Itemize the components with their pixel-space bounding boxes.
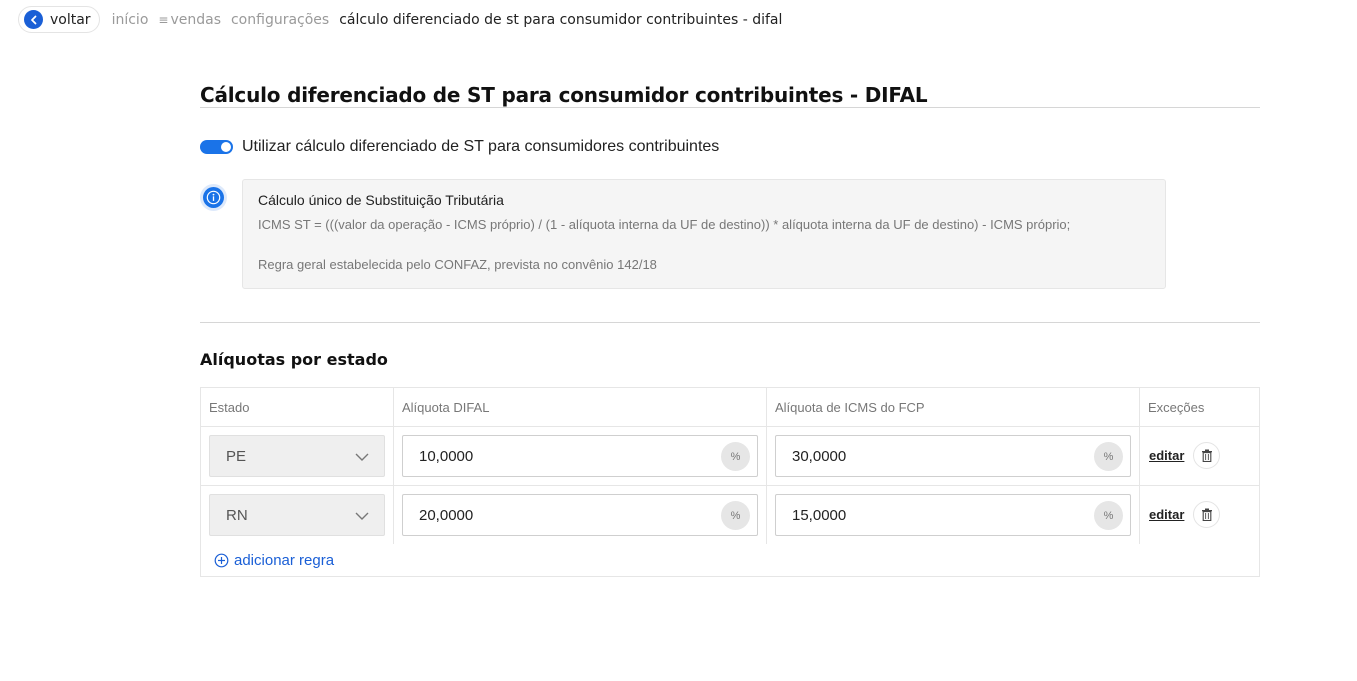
delete-button[interactable] <box>1193 501 1220 528</box>
estado-cell: PE <box>201 427 394 485</box>
header-estado: Estado <box>201 388 394 427</box>
toggle-label: Utilizar cálculo diferenciado de ST para… <box>242 138 720 155</box>
breadcrumb-configuracoes[interactable]: configurações <box>231 12 329 28</box>
percent-badge: % <box>721 501 750 530</box>
edit-link[interactable]: editar <box>1149 448 1184 463</box>
chevron-down-icon <box>354 449 370 469</box>
difal-value: 10,0000 <box>419 447 474 465</box>
header-fcp: Alíquota de ICMS do FCP <box>767 388 1140 427</box>
difal-cell: 20,0000 % <box>394 486 767 544</box>
plus-circle-icon <box>214 553 229 568</box>
header-difal: Alíquota DIFAL <box>394 388 767 427</box>
info-icon-wrapper <box>200 184 227 211</box>
table-row: PE 10,0000 % 30,0000 % editar <box>201 426 1259 485</box>
difal-toggle-row: Utilizar cálculo diferenciado de ST para… <box>200 138 719 156</box>
back-label: voltar <box>50 11 91 28</box>
fcp-value: 30,0000 <box>792 447 847 465</box>
toggle-knob <box>221 142 231 152</box>
add-rule-button[interactable]: adicionar regra <box>214 552 334 569</box>
percent-badge: % <box>721 442 750 471</box>
breadcrumb: início ≡ vendas configurações cálculo di… <box>112 12 793 28</box>
breadcrumb-inicio[interactable]: início <box>112 12 149 28</box>
estado-select[interactable]: RN <box>209 494 385 536</box>
chevron-left-icon <box>24 10 43 29</box>
chevron-down-icon <box>354 508 370 528</box>
header-excecoes: Exceções <box>1148 400 1205 415</box>
fcp-input[interactable]: 15,0000 % <box>775 494 1131 536</box>
difal-value: 20,0000 <box>419 506 474 524</box>
difal-input[interactable]: 20,0000 % <box>402 494 758 536</box>
breadcrumb-vendas-label: vendas <box>170 11 221 28</box>
info-rule: Regra geral estabelecida pelo CONFAZ, pr… <box>258 257 657 272</box>
section-divider <box>200 322 1260 323</box>
breadcrumb-vendas[interactable]: ≡ vendas <box>158 12 221 28</box>
trash-icon <box>1201 508 1212 521</box>
info-title: Cálculo único de Substituição Tributária <box>258 192 504 208</box>
estado-cell: RN <box>201 486 394 544</box>
page-title: Cálculo diferenciado de ST para consumid… <box>200 83 928 107</box>
trash-icon <box>1201 449 1212 462</box>
estado-select[interactable]: PE <box>209 435 385 477</box>
excecoes-cell: editar <box>1140 486 1259 544</box>
info-formula: ICMS ST = (((valor da operação - ICMS pr… <box>258 217 1071 232</box>
edit-link[interactable]: editar <box>1149 507 1184 522</box>
rates-table: Estado Alíquota DIFAL Alíquota de ICMS d… <box>200 387 1260 577</box>
title-divider <box>200 107 1260 108</box>
estado-value: PE <box>226 447 247 465</box>
info-box: Cálculo único de Substituição Tributária… <box>242 179 1166 289</box>
fcp-cell: 30,0000 % <box>767 427 1140 485</box>
difal-cell: 10,0000 % <box>394 427 767 485</box>
fcp-cell: 15,0000 % <box>767 486 1140 544</box>
estado-value: RN <box>226 506 248 524</box>
table-row: RN 20,0000 % 15,0000 % editar <box>201 485 1259 544</box>
fcp-value: 15,0000 <box>792 506 847 524</box>
fcp-input[interactable]: 30,0000 % <box>775 435 1131 477</box>
top-bar: voltar início ≡ vendas configurações cál… <box>18 6 792 33</box>
breadcrumb-current: cálculo diferenciado de st para consumid… <box>339 11 783 28</box>
back-button[interactable]: voltar <box>18 6 100 33</box>
delete-button[interactable] <box>1193 442 1220 469</box>
percent-badge: % <box>1094 501 1123 530</box>
excecoes-cell: editar <box>1140 427 1259 485</box>
section-title: Alíquotas por estado <box>200 350 388 369</box>
percent-badge: % <box>1094 442 1123 471</box>
menu-icon: ≡ <box>158 12 169 27</box>
difal-input[interactable]: 10,0000 % <box>402 435 758 477</box>
difal-toggle[interactable] <box>200 140 233 154</box>
add-rule-label: adicionar regra <box>234 552 335 569</box>
info-icon <box>203 187 224 208</box>
